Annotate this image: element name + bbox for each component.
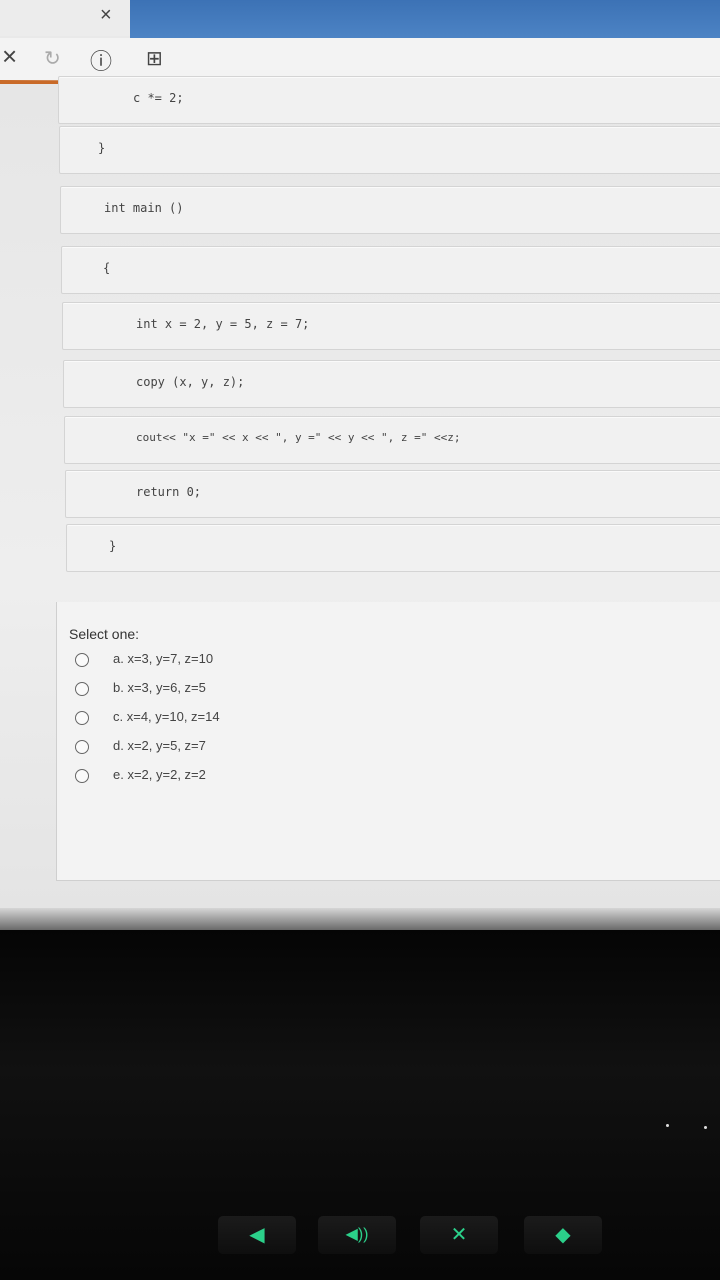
answer-option-d[interactable]: d. x=2, y=5, z=7 xyxy=(75,737,475,759)
function-icon: ◆ xyxy=(555,1224,571,1246)
code-line: c *= 2; xyxy=(58,76,720,124)
code-line: cout<< "x =" << x << ", y =" << y << ", … xyxy=(64,416,720,464)
option-label: d. x=2, y=5, z=7 xyxy=(113,738,206,753)
code-text: { xyxy=(103,261,111,275)
code-line: } xyxy=(66,524,720,572)
radio-button[interactable] xyxy=(75,653,89,667)
code-text: int x = 2, y = 5, z = 7; xyxy=(136,317,310,331)
code-text: } xyxy=(98,141,106,155)
radio-button[interactable] xyxy=(75,711,89,725)
select-one-label: Select one: xyxy=(69,626,140,642)
answer-panel: Select one: a. x=3, y=7, z=10 b. x=3, y=… xyxy=(56,602,720,881)
volume-up-icon: ◀)) xyxy=(345,1226,369,1243)
radio-button[interactable] xyxy=(75,740,89,754)
reload-icon[interactable]: ↻ xyxy=(44,46,61,71)
volume-down-key[interactable]: ◀ xyxy=(218,1216,296,1254)
code-line: return 0; xyxy=(65,470,720,518)
screen-edge xyxy=(0,908,720,930)
code-text: c *= 2; xyxy=(133,91,184,105)
option-label: c. x=4, y=10, z=14 xyxy=(113,709,220,724)
code-line: copy (x, y, z); xyxy=(63,360,720,408)
volume-up-key[interactable]: ◀)) xyxy=(318,1216,396,1254)
function-key[interactable]: ◆ xyxy=(524,1216,602,1254)
code-text: copy (x, y, z); xyxy=(136,375,245,389)
code-text: cout<< "x =" << x << ", y =" << y << ", … xyxy=(136,431,461,444)
volume-down-icon: ◀ xyxy=(249,1224,265,1246)
answer-option-c[interactable]: c. x=4, y=10, z=14 xyxy=(75,708,475,730)
radio-button[interactable] xyxy=(75,682,89,696)
code-line: int x = 2, y = 5, z = 7; xyxy=(62,302,720,350)
code-text: } xyxy=(109,539,117,553)
option-label: e. x=2, y=2, z=2 xyxy=(113,767,206,782)
answer-option-e[interactable]: e. x=2, y=2, z=2 xyxy=(75,766,475,788)
option-label: b. x=3, y=6, z=5 xyxy=(113,680,206,695)
code-line: int main () xyxy=(60,186,720,234)
quiz-page: c *= 2; } int main () { int x = 2, y = 5… xyxy=(0,76,720,914)
indicator-dot xyxy=(704,1126,707,1129)
answer-option-b[interactable]: b. x=3, y=6, z=5 xyxy=(75,679,475,701)
answer-option-a[interactable]: a. x=3, y=7, z=10 xyxy=(75,650,475,672)
code-text: return 0; xyxy=(136,485,202,499)
option-label: a. x=3, y=7, z=10 xyxy=(113,651,214,666)
radio-button[interactable] xyxy=(75,769,89,783)
tab[interactable]: × xyxy=(0,0,130,36)
code-text: int main () xyxy=(104,201,184,215)
close-icon[interactable]: × xyxy=(2,41,17,72)
tab-close-icon[interactable]: × xyxy=(100,4,112,27)
code-line: { xyxy=(61,246,720,294)
indicator-dot xyxy=(666,1124,669,1127)
mic-mute-icon: ✕ xyxy=(450,1224,468,1246)
toolbar-row: × ↻ ⓘ ⊞ xyxy=(0,38,720,80)
mic-mute-key[interactable]: ✕ xyxy=(420,1216,498,1254)
info-icon[interactable]: ⓘ xyxy=(90,44,112,76)
code-line: } xyxy=(59,126,720,174)
browser-toolbar: × × ↻ ⓘ ⊞ xyxy=(0,0,720,88)
new-page-icon[interactable]: ⊞ xyxy=(146,46,163,71)
